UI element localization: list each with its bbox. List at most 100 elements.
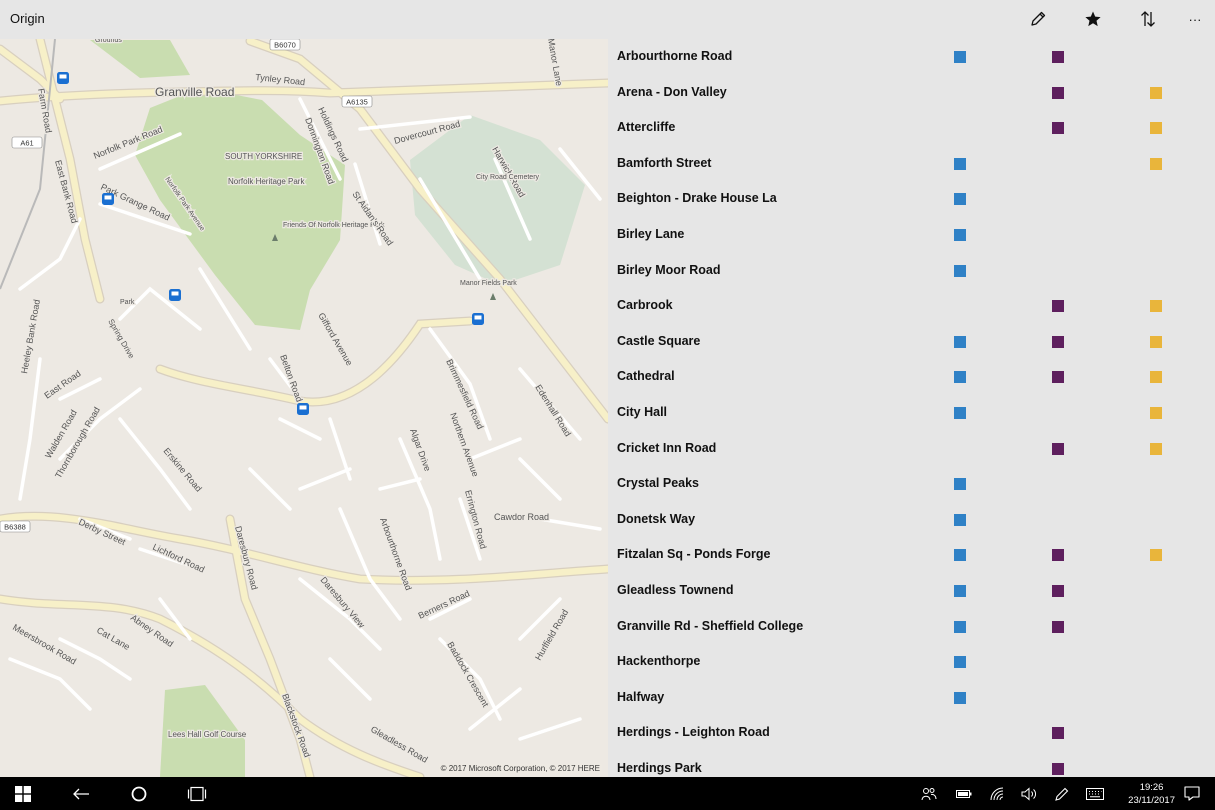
yellow-route-marker [1150,86,1162,99]
road-badge: B6070 [274,41,296,50]
map-label: Friends Of Norfolk Heritage Park [283,222,385,229]
pen-icon [1055,787,1069,801]
list-item[interactable]: Arbourthorne Road [608,39,1215,75]
clock-time: 19:26 [1139,782,1164,793]
list-item[interactable]: Halfway [608,680,1215,716]
stop-name: Halfway [617,689,665,704]
stop-list[interactable]: Arbourthorne Road Arena - Don Valley Atter… [608,39,1215,777]
list-item[interactable]: Gleadless Townend [608,573,1215,609]
cortana-circle-icon [131,786,147,801]
minor-road [468,437,522,461]
list-item[interactable]: City Hall [608,395,1215,431]
stop-name: Herdings - Leighton Road [617,725,770,740]
list-item[interactable]: Birley Lane [608,217,1215,253]
purple-route-marker [1052,585,1064,597]
clock[interactable]: 19:26 23/11/2017 [1128,781,1175,807]
edit-button[interactable] [1020,4,1056,34]
app-title: Origin [10,11,45,26]
minor-road [18,357,42,501]
major-road-casing [155,316,475,407]
map-label: East Road [42,368,82,400]
map-label: Manor Lane [546,39,564,87]
stop-name: Granville Rd - Sheffield College [617,618,804,633]
blue-route-marker [954,193,966,206]
yellow-route-marker [1150,122,1162,135]
list-item[interactable]: Herdings Park [608,751,1215,777]
stop-name: Donetsk Way [617,511,696,526]
yellow-route-marker [1150,407,1162,419]
list-item[interactable]: Cricket Inn Road [608,431,1215,467]
stop-name: Arena - Don Valley [617,84,727,99]
search-button[interactable] [124,777,154,810]
blue-route-marker [954,478,966,491]
purple-route-marker [1052,549,1064,562]
touch-keyboard-button[interactable] [1082,777,1108,810]
list-item[interactable]: Donetsk Way [608,502,1215,538]
list-item[interactable]: Hackenthorpe [608,644,1215,680]
yellow-route-marker [1150,549,1162,562]
map-copyright: © 2017 Microsoft Corporation, © 2017 HER… [438,764,602,773]
map-view[interactable]: Granville Road Tynley Road Norfolk Park Ro… [0,39,608,777]
map-label: Gifford Avenue [316,311,354,367]
network-button[interactable] [985,777,1011,810]
clock-date: 23/11/2017 [1128,795,1175,806]
tram-stop-icon[interactable] [102,193,114,205]
stop-name: Birley Moor Road [617,262,721,277]
pen-workspace-button[interactable] [1049,777,1075,810]
map-canvas[interactable]: Granville RoadTynley RoadNorfolk Park Ro… [0,39,608,777]
back-button[interactable] [66,777,96,810]
list-item[interactable]: Crystal Peaks [608,466,1215,502]
map-label: Berners Road [417,588,472,621]
yellow-route-marker [1150,371,1162,384]
sort-arrows-icon [1141,11,1155,27]
sort-button[interactable] [1130,4,1166,34]
map-label: Cat Lane [95,625,132,652]
map-label: Baddock Crescent [445,640,491,709]
purple-route-marker [1052,122,1064,135]
list-item[interactable]: Cathedral [608,359,1215,395]
more-options-button[interactable]: ··· [1177,4,1213,34]
battery-button[interactable] [951,777,977,810]
list-item[interactable]: Bamforth Street [608,146,1215,182]
people-icon [921,787,937,800]
blue-route-marker [954,585,966,597]
action-center-button[interactable] [1178,777,1206,810]
title-bar: Origin ··· [0,0,1215,39]
people-button[interactable] [916,777,942,810]
list-item[interactable]: Carbrook [608,288,1215,324]
road-badge: A61 [20,139,33,148]
volume-button[interactable] [1016,777,1042,810]
stop-name: Fitzalan Sq - Ponds Forge [617,547,771,562]
map-label: Spring Drive [106,318,136,361]
tram-stop-icon[interactable] [57,72,69,84]
blue-route-marker [954,229,966,241]
stop-name: Hackenthorpe [617,654,701,669]
list-item[interactable]: Beighton - Drake House La [608,181,1215,217]
stop-name: Cathedral [617,369,675,384]
tram-stop-icon[interactable] [297,403,309,415]
list-item[interactable]: Castle Square [608,324,1215,360]
list-item[interactable]: Granville Rd - Sheffield College [608,609,1215,645]
stop-name: Cricket Inn Road [617,440,717,455]
stop-name: Carbrook [617,298,673,313]
tram-stop-icon[interactable] [169,289,181,301]
park-area [90,40,190,78]
map-label: Erskine Road [161,446,203,494]
blue-route-marker [954,513,966,526]
minor-road [278,417,322,441]
tram-stop-icon[interactable] [472,313,484,325]
list-item[interactable]: Arena - Don Valley [608,75,1215,111]
yellow-route-marker [1150,157,1162,170]
taskbar: 19:26 23/11/2017 [0,777,1215,810]
favorite-button[interactable] [1075,4,1111,34]
stop-name: Crystal Peaks [617,476,700,491]
start-button[interactable] [8,777,38,810]
stop-name: City Hall [617,405,668,419]
list-item[interactable]: Fitzalan Sq - Ponds Forge [608,537,1215,573]
list-item[interactable]: Attercliffe [608,110,1215,146]
stop-name: Castle Square [617,333,701,348]
list-item[interactable]: Herdings - Leighton Road [608,715,1215,751]
task-view-button[interactable] [182,777,212,810]
list-item[interactable]: Birley Moor Road [608,253,1215,289]
task-view-icon [187,786,207,801]
